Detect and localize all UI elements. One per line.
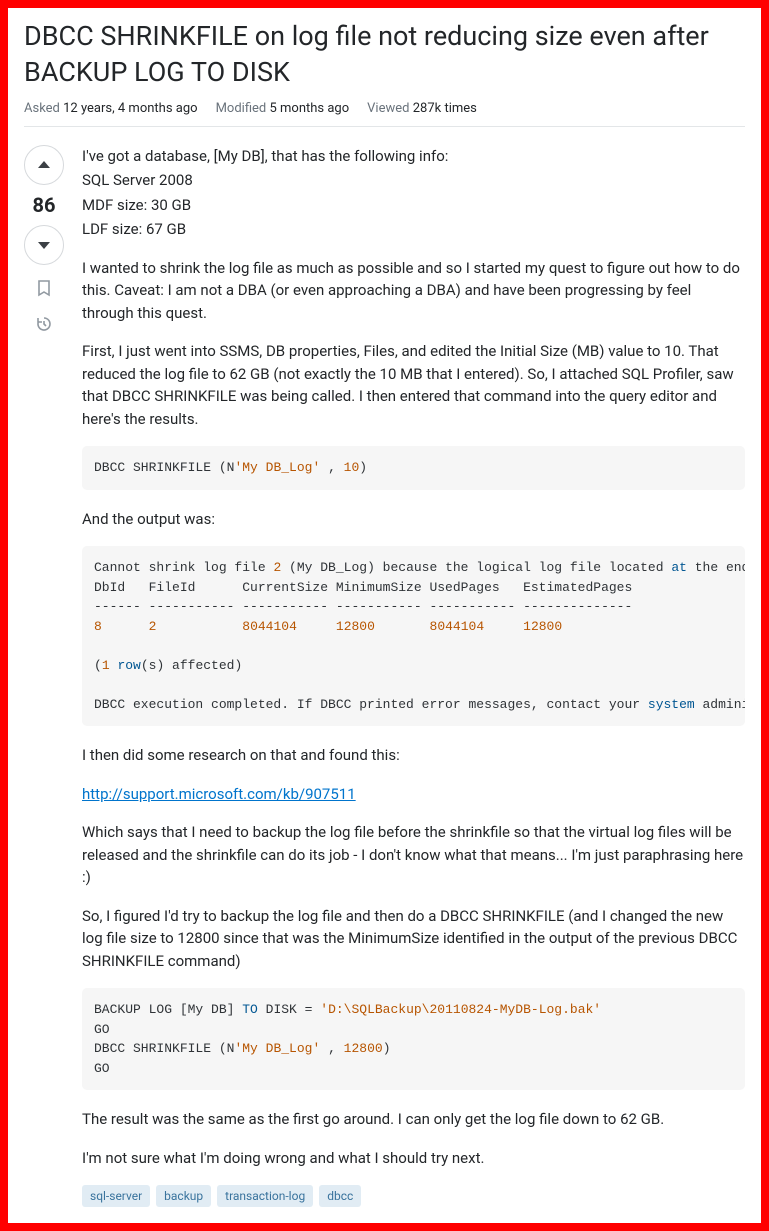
upvote-button[interactable] — [24, 145, 64, 185]
tag[interactable]: sql-server — [82, 1185, 150, 1207]
vote-column: 86 — [24, 145, 64, 1208]
asked-value: 12 years, 4 months ago — [63, 101, 197, 116]
history-icon — [35, 315, 53, 333]
modified-value: 5 months ago — [269, 101, 349, 116]
modified-label: Modified — [216, 101, 267, 116]
asked-label: Asked — [24, 101, 60, 116]
code-block-3: BACKUP LOG [My DB] TO DISK = 'D:\SQLBack… — [82, 988, 745, 1090]
caret-down-icon — [36, 237, 52, 253]
paragraph-2: I wanted to shrink the log file as much … — [82, 257, 745, 325]
intro-line-3: MDF size: 30 GB — [82, 194, 745, 217]
kb-link-row: http://support.microsoft.com/kb/907511 — [82, 783, 745, 806]
intro-line-2: SQL Server 2008 — [82, 169, 745, 192]
paragraph-5: I then did some research on that and fou… — [82, 744, 745, 767]
intro-line-1: I've got a database, [My DB], that has t… — [82, 145, 745, 168]
paragraph-4: And the output was: — [82, 508, 745, 531]
viewed-label: Viewed — [367, 101, 409, 116]
paragraph-9: I'm not sure what I'm doing wrong and wh… — [82, 1147, 745, 1170]
paragraph-7: So, I figured I'd try to backup the log … — [82, 905, 745, 973]
question-title: DBCC SHRINKFILE on log file not reducing… — [24, 18, 745, 91]
caret-up-icon — [36, 157, 52, 173]
viewed-meta: Viewed 287k times — [367, 101, 477, 116]
question-meta: Asked 12 years, 4 months ago Modified 5 … — [24, 101, 745, 127]
tag[interactable]: transaction-log — [217, 1185, 313, 1207]
tags-row: sql-server backup transaction-log dbcc — [82, 1185, 745, 1207]
intro-line-4: LDF size: 67 GB — [82, 218, 745, 241]
tag[interactable]: dbcc — [319, 1185, 361, 1207]
timeline-button[interactable] — [35, 315, 53, 337]
code-block-2: Cannot shrink log file 2 (My DB_Log) bec… — [82, 546, 745, 726]
kb-link[interactable]: http://support.microsoft.com/kb/907511 — [82, 785, 356, 803]
paragraph-3: First, I just went into SSMS, DB propert… — [82, 340, 745, 430]
tag[interactable]: backup — [156, 1185, 211, 1207]
vote-score: 86 — [33, 193, 56, 217]
bookmark-button[interactable] — [35, 279, 53, 301]
paragraph-8: The result was the same as the first go … — [82, 1108, 745, 1131]
code-block-1: DBCC SHRINKFILE (N'My DB_Log' , 10) — [82, 446, 745, 490]
paragraph-6: Which says that I need to backup the log… — [82, 821, 745, 889]
viewed-value: 287k times — [413, 101, 477, 116]
asked-meta: Asked 12 years, 4 months ago — [24, 101, 198, 116]
content-wrap: 86 I've got a database, [My DB], that ha… — [24, 145, 745, 1208]
post-body: I've got a database, [My DB], that has t… — [82, 145, 745, 1208]
downvote-button[interactable] — [24, 225, 64, 265]
bookmark-icon — [35, 279, 53, 297]
modified-meta: Modified 5 months ago — [216, 101, 350, 116]
question-page: DBCC SHRINKFILE on log file not reducing… — [8, 8, 761, 1223]
